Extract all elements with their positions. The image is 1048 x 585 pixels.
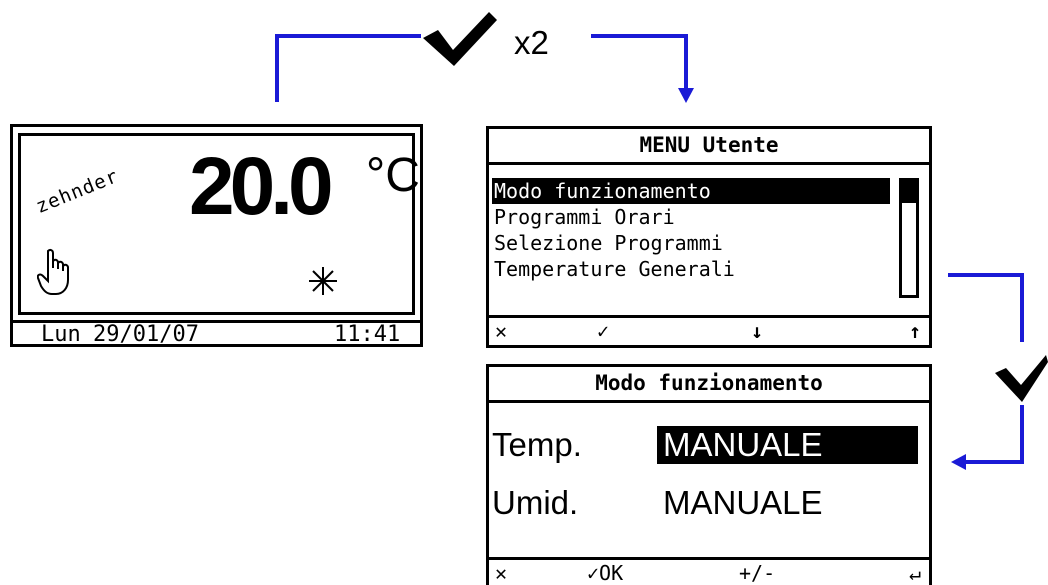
checkmark-icon <box>995 355 1048 402</box>
menu-title: MENU Utente <box>489 129 929 165</box>
umid-mode-value[interactable]: MANUALE <box>663 484 823 522</box>
checkmark-icon <box>423 12 497 66</box>
user-menu-screen: MENU Utente Modo funzionamento Programmi… <box>486 126 932 348</box>
plus-minus-key-icon[interactable]: +/- <box>739 562 775 584</box>
connector-mode-return <box>965 405 1024 464</box>
cancel-key-icon[interactable]: ✕ <box>495 320 507 342</box>
day-label: Lun <box>41 322 81 347</box>
home-display-area: zehnder 20.0 °C <box>18 133 420 315</box>
menu-list: Modo funzionamento Programmi Orari Selez… <box>492 178 890 282</box>
repeat-count-label: x2 <box>514 24 549 61</box>
mode-softkey-bar: ✕ ✓OK +/- ↵ <box>489 557 929 585</box>
confirm-ok-key-icon[interactable]: ✓OK <box>587 562 623 584</box>
temperature-value: 20.0 <box>189 141 334 232</box>
connector-home-to-menu-left <box>275 34 421 102</box>
confirm-key-icon[interactable]: ✓ <box>597 320 609 342</box>
menu-scrollbar[interactable] <box>899 178 919 298</box>
hand-icon <box>37 248 69 295</box>
down-arrow-icon[interactable]: ↓ <box>751 320 763 342</box>
connector-home-to-menu-right <box>591 34 688 90</box>
temp-mode-value[interactable]: MANUALE <box>657 426 918 464</box>
home-screen: zehnder 20.0 °C Lun 29/01/07 11:41 <box>10 124 423 347</box>
menu-item-temperature-generali[interactable]: Temperature Generali <box>492 256 890 282</box>
temperature-unit: °C <box>366 149 420 202</box>
menu-item-selezione-programmi[interactable]: Selezione Programmi <box>492 230 890 256</box>
menu-item-programmi-orari[interactable]: Programmi Orari <box>492 204 890 230</box>
up-arrow-icon[interactable]: ↑ <box>909 320 921 342</box>
enter-key-icon[interactable]: ↵ <box>909 562 921 584</box>
operating-mode-screen: Modo funzionamento Temp. MANUALE Umid. M… <box>486 364 932 585</box>
arrowhead-down <box>678 88 694 103</box>
connector-menu-to-mode <box>948 273 1024 342</box>
date-label: 29/01/07 <box>93 322 199 347</box>
time-label: 11:41 <box>334 322 401 347</box>
menu-item-modo-funzionamento[interactable]: Modo funzionamento <box>492 178 890 204</box>
cancel-key-icon[interactable]: ✕ <box>495 562 507 584</box>
temp-label: Temp. <box>492 426 582 463</box>
arrowhead-left <box>951 454 966 470</box>
brand-logo: zehnder <box>32 164 122 218</box>
status-bar: Lun 29/01/07 11:41 <box>13 320 420 347</box>
mode-title: Modo funzionamento <box>489 367 929 403</box>
snowflake-icon <box>309 267 337 295</box>
umid-label: Umid. <box>492 484 579 521</box>
menu-softkey-bar: ✕ ✓ ↓ ↑ <box>489 315 929 345</box>
scrollbar-thumb[interactable] <box>902 181 916 203</box>
